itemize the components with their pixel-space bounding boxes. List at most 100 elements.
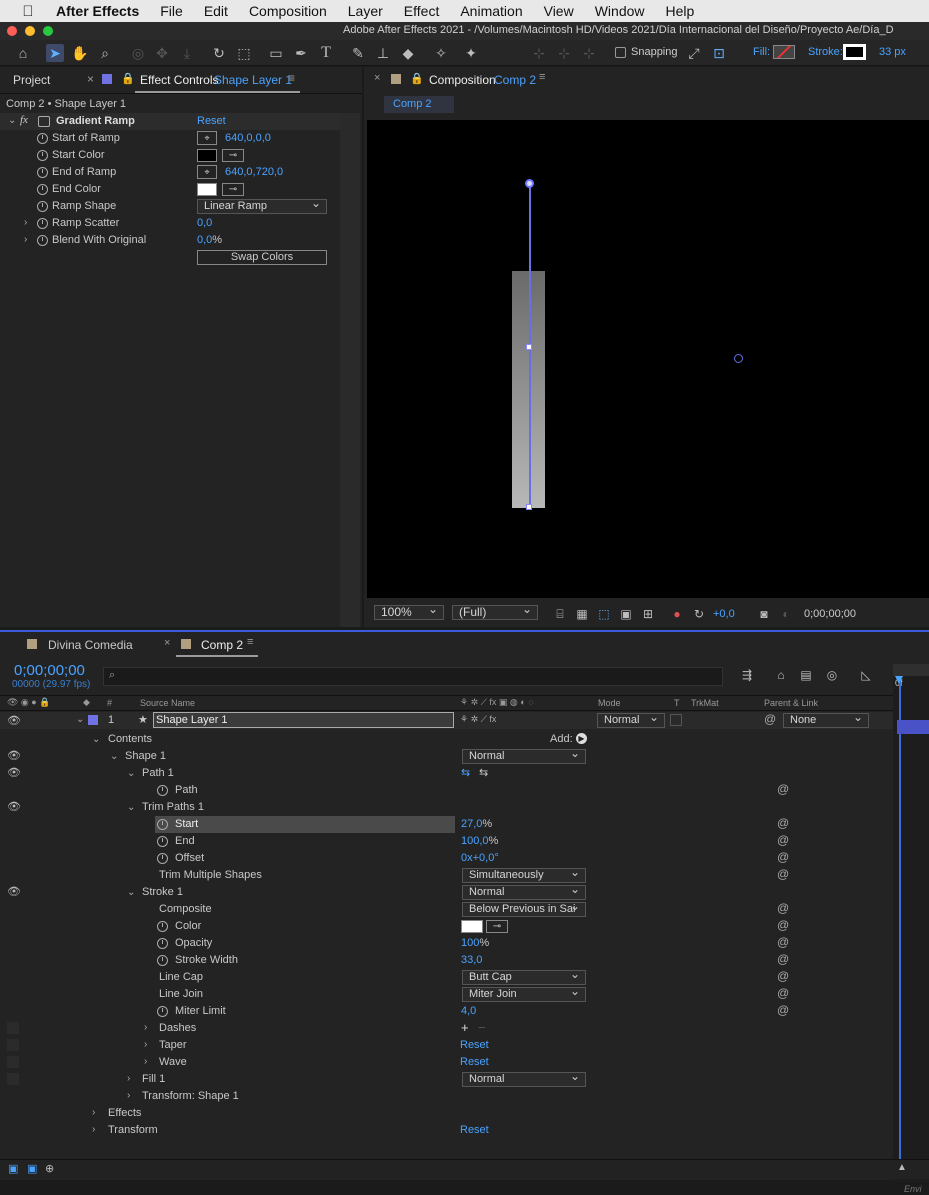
lock-icon[interactable]: 🔒 bbox=[121, 72, 135, 85]
end-color-swatch[interactable] bbox=[197, 183, 217, 196]
eye-icon[interactable]: 👁 bbox=[7, 766, 21, 779]
tab-divina-comedia[interactable]: Divina Comedia bbox=[48, 638, 133, 652]
chevron-right-icon[interactable]: › bbox=[24, 234, 27, 245]
row-start[interactable]: Start bbox=[175, 816, 198, 833]
type-tool-icon[interactable]: T bbox=[317, 44, 335, 62]
comp-mini-flowchart-icon[interactable]: ⇶ bbox=[738, 666, 756, 684]
hand-tool-icon[interactable]: ✋ bbox=[71, 44, 89, 62]
pick-whip-icon[interactable]: @ bbox=[777, 969, 789, 983]
row-wave[interactable]: Wave bbox=[159, 1054, 187, 1071]
path-direction-icon[interactable]: ⇆ bbox=[461, 766, 470, 779]
chevron-right-icon[interactable]: › bbox=[127, 1090, 130, 1101]
pick-whip-icon[interactable]: @ bbox=[777, 867, 789, 881]
header-trkmat[interactable]: TrkMat bbox=[691, 698, 719, 708]
zoom-slider-icon[interactable]: ▲ bbox=[897, 1162, 907, 1173]
stopwatch-icon[interactable] bbox=[37, 218, 48, 229]
anchor-point-icon[interactable] bbox=[734, 354, 743, 363]
mask-visibility-icon[interactable]: ⬚ bbox=[595, 605, 613, 623]
stopwatch-icon[interactable] bbox=[37, 235, 48, 246]
row-stroke-width[interactable]: Stroke Width bbox=[175, 952, 238, 969]
stopwatch-icon[interactable] bbox=[157, 938, 168, 949]
path-vertex-bottom[interactable] bbox=[526, 504, 532, 510]
exposure-value[interactable]: +0,0 bbox=[713, 608, 735, 620]
effect-header-row[interactable]: ⌄ fx Gradient Ramp Reset bbox=[0, 113, 340, 130]
row-color[interactable]: Color bbox=[175, 918, 201, 935]
path-vertex-top[interactable] bbox=[525, 179, 534, 188]
pen-tool-icon[interactable]: ✒ bbox=[292, 44, 310, 62]
chevron-down-icon[interactable]: ⌄ bbox=[8, 115, 16, 126]
layer-duration-bar[interactable] bbox=[897, 720, 929, 734]
close-icon[interactable]: × bbox=[164, 637, 170, 649]
chevron-right-icon[interactable]: › bbox=[144, 1022, 147, 1033]
graph-editor-icon[interactable]: ◺ bbox=[857, 666, 875, 684]
snap-options-icon[interactable]: ⤢ bbox=[685, 44, 703, 62]
chevron-right-icon[interactable]: › bbox=[127, 1073, 130, 1084]
fx-icon[interactable]: fx bbox=[20, 114, 28, 126]
opacity-value[interactable]: 100 bbox=[461, 937, 479, 949]
blend-with-original-value[interactable]: 0,0 bbox=[197, 234, 212, 246]
header-mode[interactable]: Mode bbox=[598, 698, 621, 708]
comp-subtab[interactable]: Comp 2 bbox=[384, 96, 454, 113]
chevron-right-icon[interactable]: › bbox=[24, 217, 27, 228]
current-time-indicator[interactable] bbox=[899, 678, 901, 1178]
pick-whip-icon[interactable]: @ bbox=[777, 833, 789, 847]
layer-mode-dropdown[interactable]: Normal bbox=[597, 711, 665, 728]
stroke-1-blend-dropdown[interactable]: Normal bbox=[462, 883, 586, 900]
axis-view-icon[interactable]: ⊹ bbox=[580, 44, 598, 62]
add-menu-icon[interactable]: ▶ bbox=[576, 733, 587, 744]
layer-row[interactable]: 👁 ⌄ 1 ★ Shape Layer 1 ⚘ ✲ ⟋ fx Normal @ … bbox=[0, 711, 893, 729]
reset-exposure-icon[interactable]: ↻ bbox=[690, 605, 708, 623]
orbit-camera-icon[interactable]: ◎ bbox=[129, 44, 147, 62]
stopwatch-icon[interactable] bbox=[37, 167, 48, 178]
menu-window[interactable]: Window bbox=[595, 3, 645, 19]
stopwatch-icon[interactable] bbox=[37, 133, 48, 144]
row-contents[interactable]: Contents bbox=[108, 731, 152, 748]
apple-icon[interactable]:  bbox=[0, 3, 56, 20]
shape-1-blend-dropdown[interactable]: Normal bbox=[462, 747, 586, 764]
ramp-shape-dropdown[interactable]: Linear Ramp bbox=[197, 197, 327, 214]
chevron-down-icon[interactable]: ⌄ bbox=[127, 768, 135, 779]
pick-whip-icon[interactable]: @ bbox=[777, 850, 789, 864]
remove-dash-icon[interactable]: − bbox=[478, 1020, 486, 1035]
clone-stamp-tool-icon[interactable]: ⊥ bbox=[374, 44, 392, 62]
row-dashes[interactable]: Dashes bbox=[159, 1020, 196, 1037]
row-transform-shape-1[interactable]: Transform: Shape 1 bbox=[142, 1088, 239, 1105]
snap-targets-icon[interactable]: ⊡ bbox=[710, 44, 728, 62]
rectangle-tool-icon[interactable]: ▭ bbox=[267, 44, 285, 62]
line-join-dropdown[interactable]: Miter Join bbox=[462, 985, 586, 1002]
home-icon[interactable]: ⌂ bbox=[14, 44, 32, 62]
zoom-window-button[interactable] bbox=[43, 26, 53, 36]
row-line-cap[interactable]: Line Cap bbox=[159, 969, 203, 986]
composition-viewer[interactable] bbox=[367, 120, 929, 598]
time-ruler-area[interactable]: 0f bbox=[893, 664, 929, 1182]
swap-colors-button[interactable]: Swap Colors bbox=[197, 250, 327, 265]
tab-effect-layer-name[interactable]: Shape Layer 1 bbox=[214, 73, 292, 87]
menu-edit[interactable]: Edit bbox=[204, 3, 228, 19]
menu-composition[interactable]: Composition bbox=[249, 3, 327, 19]
eraser-tool-icon[interactable]: ◆ bbox=[399, 44, 417, 62]
snapshot-camera-icon[interactable]: ◙ bbox=[755, 605, 773, 623]
wave-reset-button[interactable]: Reset bbox=[460, 1054, 489, 1071]
axis-world-icon[interactable]: ⊹ bbox=[555, 44, 573, 62]
chevron-down-icon[interactable]: ⌄ bbox=[127, 802, 135, 813]
row-trim-multiple-shapes[interactable]: Trim Multiple Shapes bbox=[159, 867, 262, 884]
color-channels-icon[interactable]: ● bbox=[668, 605, 686, 623]
brush-tool-icon[interactable]: ✎ bbox=[349, 44, 367, 62]
chevron-down-icon[interactable]: ⌄ bbox=[92, 734, 100, 745]
show-snapshot-icon[interactable]: ◐ bbox=[777, 605, 795, 623]
pick-whip-icon[interactable]: @ bbox=[777, 952, 789, 966]
row-taper[interactable]: Taper bbox=[159, 1037, 187, 1054]
ramp-scatter-value[interactable]: 0,0 bbox=[197, 215, 212, 232]
menu-layer[interactable]: Layer bbox=[348, 3, 383, 19]
composite-dropdown[interactable]: Below Previous in Sai bbox=[462, 902, 586, 917]
start-color-swatch[interactable] bbox=[197, 149, 217, 162]
fill-swatch[interactable] bbox=[773, 45, 795, 59]
row-fill-1[interactable]: Fill 1 bbox=[142, 1071, 165, 1088]
fast-previews-icon[interactable]: ⌸ bbox=[551, 605, 569, 623]
stopwatch-icon[interactable] bbox=[157, 819, 168, 830]
stopwatch-icon[interactable] bbox=[37, 184, 48, 195]
stopwatch-icon[interactable] bbox=[157, 921, 168, 932]
menu-effect[interactable]: Effect bbox=[404, 3, 440, 19]
fill-1-blend-dropdown[interactable]: Normal bbox=[462, 1070, 586, 1087]
row-opacity[interactable]: Opacity bbox=[175, 935, 212, 952]
